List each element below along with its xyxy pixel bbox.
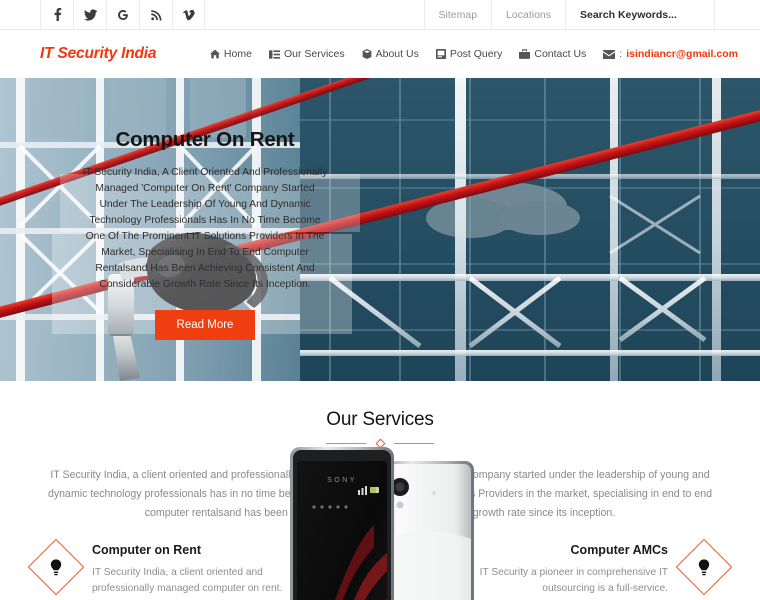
service-card-text: IT Security a pioneer in comprehensive I… <box>479 567 668 594</box>
lightbulb-icon <box>27 538 85 596</box>
sitemap-link[interactable]: Sitemap <box>423 0 492 29</box>
vimeo-icon[interactable] <box>172 0 205 29</box>
twitter-icon[interactable] <box>73 0 106 29</box>
hero-title: Computer On Rent <box>115 128 295 151</box>
nav-item-label: Contact Us <box>534 48 587 60</box>
service-cards: Computer on Rent IT Security India, a cl… <box>0 521 760 597</box>
lightbulb-icon <box>675 538 733 596</box>
grid-icon <box>268 49 280 59</box>
locations-link[interactable]: Locations <box>491 0 565 29</box>
hero-paragraph: IT Security India, A Client Oriented And… <box>82 167 328 290</box>
search-input[interactable] <box>580 8 700 21</box>
briefcase-icon <box>519 49 531 59</box>
divider-line-right <box>394 443 434 444</box>
topbar-right-links: Sitemap Locations <box>423 0 715 29</box>
site-header: IT Security India Home Our Services Abou… <box>0 30 760 78</box>
nav-item-contact-us[interactable]: Contact Us <box>519 48 586 60</box>
rss-icon[interactable] <box>139 0 172 29</box>
read-more-button[interactable]: Read More <box>154 310 256 340</box>
nav-item-post-query[interactable]: Post Query <box>435 48 503 60</box>
note-icon <box>435 49 446 59</box>
services-section: Our Services IT Security India, a client… <box>0 381 760 600</box>
email-separator: : <box>619 48 623 60</box>
hero-content: Computer On Rent IT Security India, A Cl… <box>60 128 350 340</box>
nav-item-home[interactable]: Home <box>209 48 252 60</box>
cube-icon <box>362 49 372 59</box>
envelope-icon <box>603 49 616 59</box>
nav-item-about-us[interactable]: About Us <box>362 48 419 60</box>
service-card-computer-amcs[interactable]: Computer AMCs IT Security a pioneer in c… <box>468 521 760 597</box>
email-address[interactable]: isindiancr@gmail.com <box>626 48 738 60</box>
home-icon <box>209 49 220 59</box>
site-logo[interactable]: IT Security India <box>40 45 157 63</box>
top-utility-bar: Sitemap Locations <box>0 0 760 30</box>
google-plus-icon[interactable] <box>106 0 139 29</box>
main-navigation: Home Our Services About Us Post Query Co <box>209 48 738 60</box>
social-links <box>40 0 205 29</box>
nav-item-label: Post Query <box>449 48 503 60</box>
service-card-computer-on-rent[interactable]: Computer on Rent IT Security India, a cl… <box>0 521 292 597</box>
service-card-title: Computer on Rent <box>92 543 202 557</box>
header-email[interactable]: : isindiancr@gmail.com <box>603 48 738 60</box>
card-body: Computer on Rent IT Security India, a cl… <box>92 543 292 597</box>
card-body: Computer AMCs IT Security a pioneer in c… <box>468 543 668 597</box>
nav-item-label: Home <box>223 48 252 60</box>
services-description: IT Security India, a client oriented and… <box>47 469 713 519</box>
divider-diamond-icon <box>375 438 385 449</box>
divider-line-left <box>326 443 366 444</box>
section-divider <box>326 438 434 449</box>
nav-item-label: Our Services <box>283 48 345 60</box>
service-card-title: Computer AMCs <box>570 543 668 557</box>
services-title: Our Services <box>326 409 434 430</box>
search-box[interactable] <box>565 0 715 29</box>
hero-banner: Computer On Rent IT Security India, A Cl… <box>0 78 760 381</box>
service-card-text: IT Security India, a client oriented and… <box>92 567 283 594</box>
facebook-icon[interactable] <box>40 0 73 29</box>
nav-item-our-services[interactable]: Our Services <box>268 48 345 60</box>
nav-item-label: About Us <box>375 48 419 60</box>
